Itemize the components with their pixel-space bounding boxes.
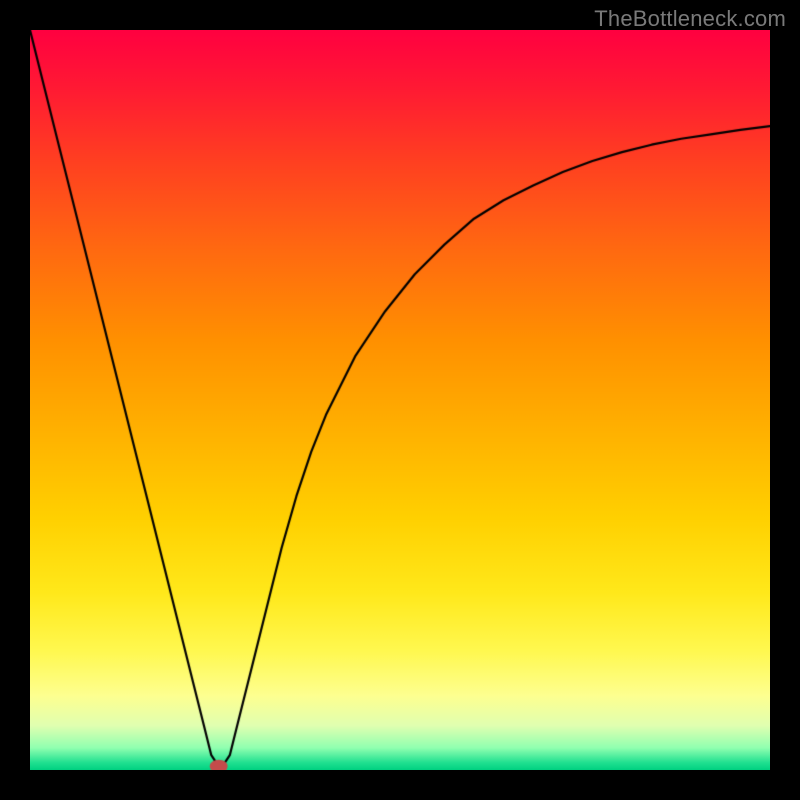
chart-frame: TheBottleneck.com xyxy=(0,0,800,800)
bottleneck-curve-canvas xyxy=(30,30,770,770)
plot-area xyxy=(30,30,770,770)
attribution-text: TheBottleneck.com xyxy=(594,6,786,32)
